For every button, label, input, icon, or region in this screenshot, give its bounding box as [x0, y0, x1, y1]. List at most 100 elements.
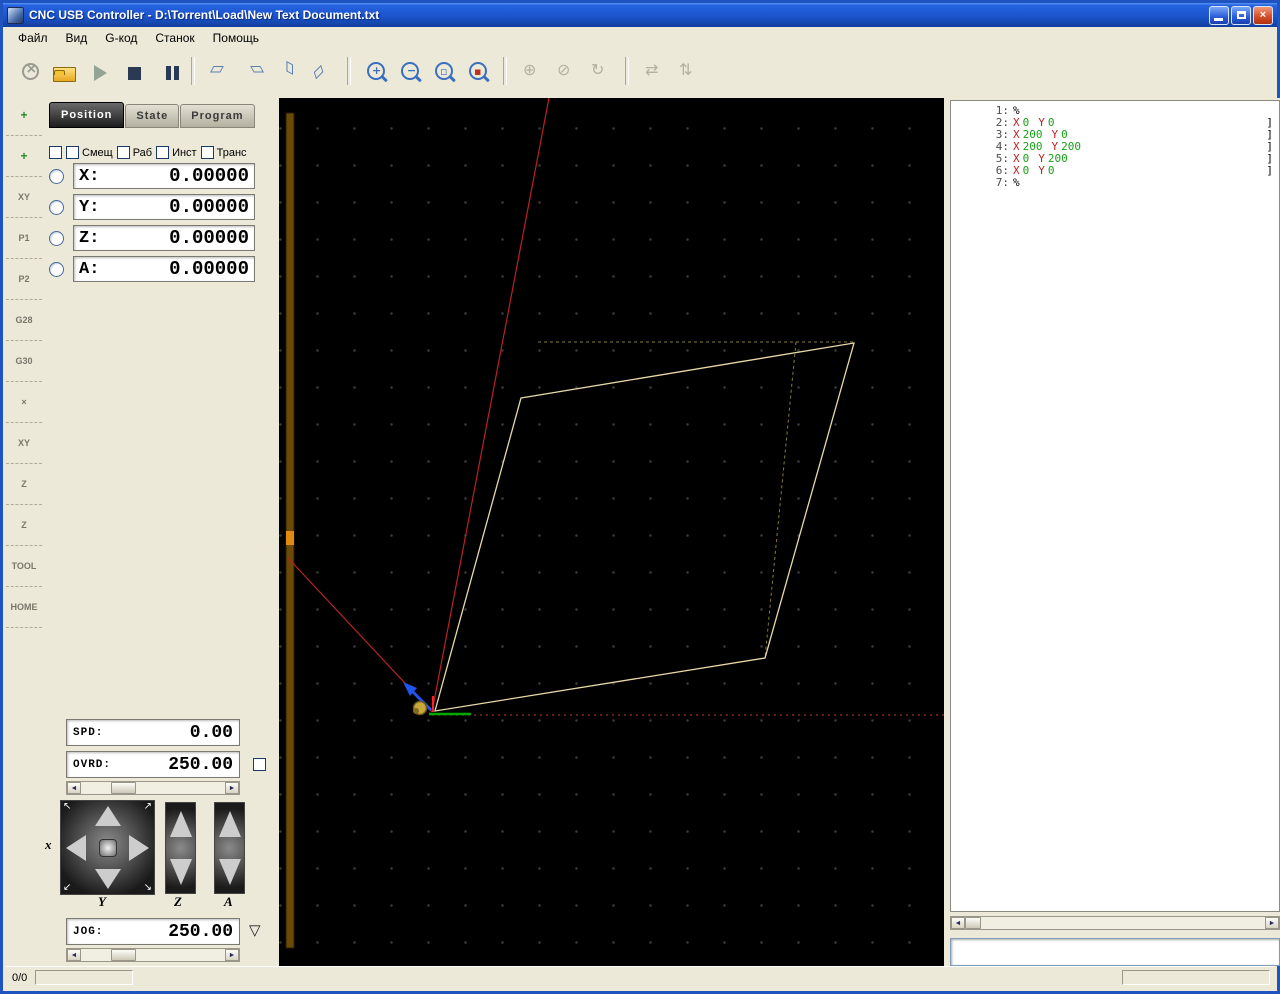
gcode-hscrollbar-right-arrow[interactable]: ►: [1265, 917, 1279, 929]
viewport[interactable]: [279, 98, 944, 966]
menu-machine[interactable]: Станок: [146, 28, 203, 48]
view-front-icon: [277, 60, 299, 82]
jog-y-plus-button[interactable]: [94, 806, 121, 826]
axis-readouts: X: 0.00000 Y: 0.00000 Z: 0.00000 A: 0.00000: [49, 163, 255, 287]
override-slider-track[interactable]: [81, 782, 225, 794]
tab-program[interactable]: Program: [180, 104, 255, 128]
override-slider-thumb[interactable]: [111, 782, 136, 794]
sidebar-slot: XY: [6, 423, 42, 464]
machine-setup-button: [672, 55, 704, 87]
sidebar-home[interactable]: HOME: [9, 600, 40, 614]
gcode-token: 0: [1047, 164, 1055, 177]
stop-button[interactable]: [116, 55, 148, 87]
sidebar-add-position-2[interactable]: +: [18, 147, 29, 165]
gcode-line[interactable]: 7:%: [951, 177, 1279, 189]
jog-slider-right-arrow[interactable]: ►: [225, 949, 239, 961]
maximize-button[interactable]: [1231, 5, 1251, 25]
sidebar-zero-xy[interactable]: XY: [16, 436, 32, 450]
axis-x-indicator[interactable]: [49, 168, 64, 184]
zoom-tool-button[interactable]: [462, 55, 494, 87]
menubar: Файл Вид G-код Станок Помощь: [3, 27, 1277, 50]
toolbar-separator: [191, 57, 195, 85]
view-front-button[interactable]: [272, 55, 304, 87]
zoom-out-button[interactable]: [394, 55, 426, 87]
view-top-icon: [243, 60, 265, 82]
sidebar-slot: TOOL: [6, 546, 42, 587]
sidebar-zero-axes[interactable]: ×: [19, 395, 28, 409]
menu-help[interactable]: Помощь: [204, 28, 268, 48]
menu-view[interactable]: Вид: [57, 28, 97, 48]
jog-a-minus-button[interactable]: [218, 859, 241, 885]
axis-z-indicator[interactable]: [49, 230, 64, 246]
axis-a-indicator[interactable]: [49, 261, 64, 277]
jog-slider-thumb[interactable]: [111, 949, 136, 961]
jog-speed-dropdown[interactable]: ▽: [249, 921, 261, 939]
sidebar-zero-z[interactable]: Z: [19, 477, 29, 491]
app-icon: [7, 6, 24, 24]
checkbox-offset[interactable]: [66, 146, 79, 159]
viewport-canvas[interactable]: [279, 98, 944, 966]
jog-a-plus-button[interactable]: [218, 811, 241, 837]
zoom-window-button[interactable]: [428, 55, 460, 87]
jog-slider[interactable]: ◄ ►: [66, 948, 240, 962]
sidebar-tool[interactable]: TOOL: [10, 559, 39, 573]
gcode-hscrollbar-thumb[interactable]: [965, 917, 981, 929]
coordinate-mode-checkboxes: Смещ Раб Инст Транс: [49, 146, 277, 159]
axis-y-indicator[interactable]: [49, 199, 64, 215]
jog-diag-down-right-button[interactable]: ↘: [144, 883, 152, 893]
sidebar-goto-p2[interactable]: P2: [16, 272, 31, 286]
menu-gcode[interactable]: G-код: [96, 28, 146, 48]
jog-slider-left-arrow[interactable]: ◄: [67, 949, 81, 961]
jog-diag-up-left-button[interactable]: ↖: [63, 802, 71, 812]
override-slider-left-arrow[interactable]: ◄: [67, 782, 81, 794]
gcode-hscrollbar-left-arrow[interactable]: ◄: [951, 917, 965, 929]
checkbox-tool[interactable]: [156, 146, 170, 159]
jog-x-plus-button[interactable]: [129, 834, 149, 861]
open-file-button[interactable]: [48, 55, 80, 87]
jog-stop-button[interactable]: [98, 838, 117, 857]
axis-row-z: Z: 0.00000: [49, 225, 255, 251]
bounds-dashed-right: [764, 341, 797, 659]
tab-state[interactable]: State: [125, 104, 180, 128]
view-perspective-button[interactable]: [204, 55, 236, 87]
menu-file[interactable]: Файл: [9, 28, 57, 48]
jog-y-minus-button[interactable]: [94, 869, 121, 889]
mdi-input[interactable]: [950, 938, 1280, 966]
sidebar-measure-z[interactable]: Z: [19, 518, 29, 532]
checkbox-main[interactable]: [49, 146, 62, 159]
view-side-button[interactable]: [306, 55, 338, 87]
sidebar-goto-xy[interactable]: XY: [16, 190, 32, 204]
view-top-button[interactable]: [238, 55, 270, 87]
jog-z-plus-button[interactable]: [169, 811, 192, 837]
sidebar-goto-p1[interactable]: P1: [16, 231, 31, 245]
sidebar-goto-g30[interactable]: G30: [13, 354, 34, 368]
jog-diag-down-left-button[interactable]: ↙: [63, 883, 71, 893]
checkbox-work[interactable]: [116, 146, 130, 159]
estop-button: [14, 55, 46, 87]
axis-a-value: 0.00000: [169, 258, 249, 280]
sidebar-add-position-1[interactable]: +: [18, 106, 29, 124]
gcode-list[interactable]: 1:% 2: X 0 Y 0] 3: X 200 Y 0] 4: X 200 Y 200] 5: X 0 Y 200] 6…: [950, 100, 1280, 912]
checkbox-trans[interactable]: [200, 146, 214, 159]
gcode-hscrollbar[interactable]: ◄ ►: [950, 916, 1280, 930]
toolbar: [3, 49, 1277, 93]
override-enable-checkbox[interactable]: [253, 758, 266, 771]
override-slider[interactable]: ◄ ►: [66, 781, 240, 795]
pause-button[interactable]: [150, 55, 182, 87]
override-slider-right-arrow[interactable]: ►: [225, 782, 239, 794]
jog-z-minus-button[interactable]: [169, 859, 192, 885]
tab-position[interactable]: Position: [49, 102, 125, 128]
progress-counter: 0/0: [12, 971, 28, 984]
jog-x-minus-button[interactable]: [66, 834, 86, 861]
minimize-button[interactable]: [1209, 5, 1229, 25]
checkbox-work-wrap: Раб: [116, 146, 152, 159]
gcode-hscrollbar-track[interactable]: [965, 917, 1265, 929]
zoom-in-icon: [367, 62, 385, 80]
close-button[interactable]: ×: [1253, 5, 1273, 25]
titlebar[interactable]: CNC USB Controller - D:\Torrent\Load\New…: [3, 3, 1277, 27]
zoom-in-button[interactable]: [360, 55, 392, 87]
jog-slider-track[interactable]: [81, 949, 225, 961]
jog-diag-up-right-button[interactable]: ↗: [144, 802, 152, 812]
sidebar-goto-g28[interactable]: G28: [13, 313, 34, 327]
start-button: [82, 55, 114, 87]
